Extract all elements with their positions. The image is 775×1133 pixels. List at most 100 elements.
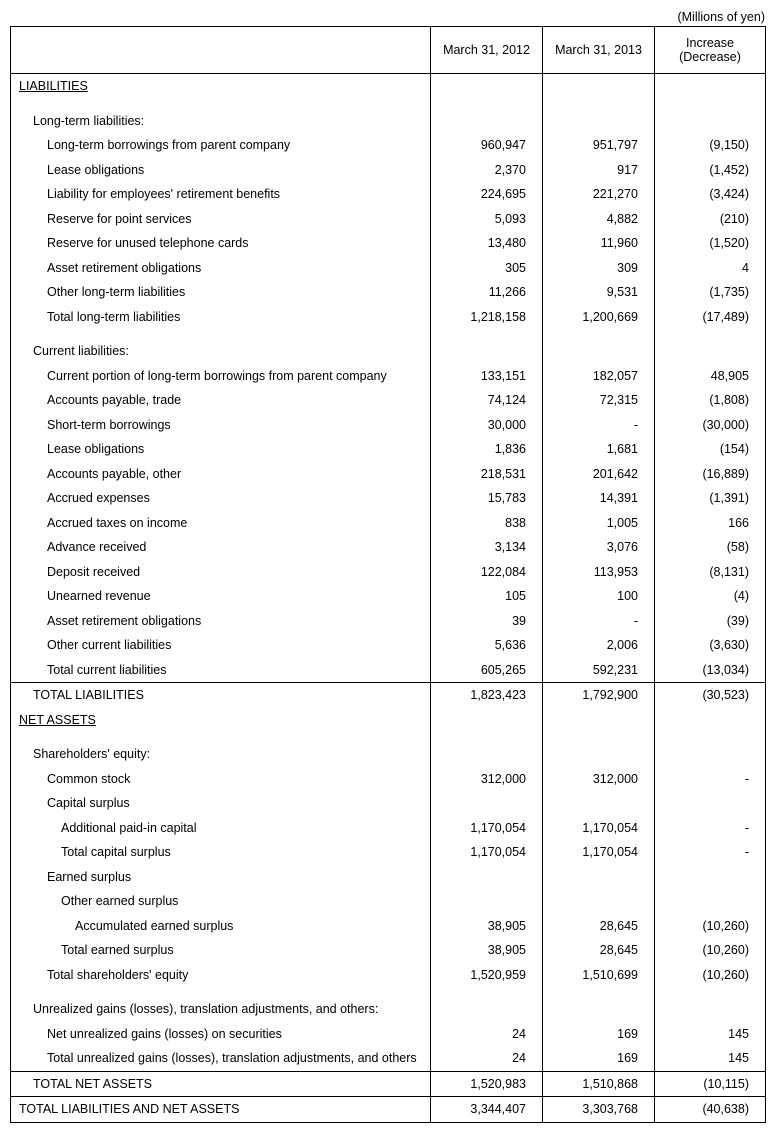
table-row: Current portion of long-term borrowings … — [11, 364, 766, 389]
table-row: Long-term liabilities: — [11, 109, 766, 134]
cell-2012: 1,823,423 — [431, 683, 543, 708]
row-label: Common stock — [11, 767, 431, 792]
table-row: Other earned surplus — [11, 889, 766, 914]
table-row: TOTAL NET ASSETS1,520,9831,510,868(10,11… — [11, 1071, 766, 1097]
cell-2012: 30,000 — [431, 413, 543, 438]
cell-delta — [655, 74, 766, 99]
cell-delta: (8,131) — [655, 560, 766, 585]
row-label: Other earned surplus — [11, 889, 431, 914]
table-row: Other current liabilities5,6362,006(3,63… — [11, 633, 766, 658]
cell-2012: 133,151 — [431, 364, 543, 389]
row-label: Earned surplus — [11, 865, 431, 890]
cell-2012: 15,783 — [431, 486, 543, 511]
cell-2012: 838 — [431, 511, 543, 536]
cell-2013: 9,531 — [543, 280, 655, 305]
table-row: Unrealized gains (losses), translation a… — [11, 997, 766, 1022]
spacer-row — [11, 99, 766, 109]
cell-2012: 312,000 — [431, 767, 543, 792]
cell-2012 — [431, 74, 543, 99]
table-row: Deposit received122,084113,953(8,131) — [11, 560, 766, 585]
cell-2012: 24 — [431, 1046, 543, 1071]
cell-delta: 145 — [655, 1046, 766, 1071]
table-row: Shareholders' equity: — [11, 742, 766, 767]
cell-2013: 113,953 — [543, 560, 655, 585]
cell-delta: (3,424) — [655, 182, 766, 207]
cell-2012: 605,265 — [431, 658, 543, 683]
row-label: Accrued taxes on income — [11, 511, 431, 536]
cell-2012 — [431, 889, 543, 914]
table-row: Unearned revenue105100(4) — [11, 584, 766, 609]
row-label: Total current liabilities — [11, 658, 431, 683]
cell-2012: 11,266 — [431, 280, 543, 305]
cell-2013: 201,642 — [543, 462, 655, 487]
row-label: Total capital surplus — [11, 840, 431, 865]
cell-delta: (10,260) — [655, 963, 766, 988]
table-row: Lease obligations2,370917(1,452) — [11, 158, 766, 183]
cell-delta: (1,391) — [655, 486, 766, 511]
header-decrease: (Decrease) — [679, 50, 741, 64]
cell-2012: 74,124 — [431, 388, 543, 413]
table-row: Short-term borrowings30,000-(30,000) — [11, 413, 766, 438]
row-label: Lease obligations — [11, 158, 431, 183]
cell-2012 — [431, 997, 543, 1022]
cell-2013: 72,315 — [543, 388, 655, 413]
header-col-delta: Increase (Decrease) — [655, 27, 766, 74]
cell-delta: (3,630) — [655, 633, 766, 658]
cell-2013 — [543, 997, 655, 1022]
cell-delta: (1,520) — [655, 231, 766, 256]
cell-2013: 951,797 — [543, 133, 655, 158]
cell-delta: 4 — [655, 256, 766, 281]
row-label: Reserve for point services — [11, 207, 431, 232]
cell-2013: 1,170,054 — [543, 840, 655, 865]
row-label: Other long-term liabilities — [11, 280, 431, 305]
cell-2012 — [431, 339, 543, 364]
cell-2012: 1,836 — [431, 437, 543, 462]
cell-2012: 218,531 — [431, 462, 543, 487]
cell-2013: 169 — [543, 1022, 655, 1047]
table-row: Accounts payable, other218,531201,642(16… — [11, 462, 766, 487]
header-col-2013: March 31, 2013 — [543, 27, 655, 74]
row-label: TOTAL LIABILITIES — [11, 683, 431, 708]
cell-2013 — [543, 74, 655, 99]
cell-2013: 1,200,669 — [543, 305, 655, 330]
cell-2013: 11,960 — [543, 231, 655, 256]
cell-delta: (1,808) — [655, 388, 766, 413]
row-label: Total unrealized gains (losses), transla… — [11, 1046, 431, 1071]
table-row: Total shareholders' equity1,520,9591,510… — [11, 963, 766, 988]
table-row: Accounts payable, trade74,12472,315(1,80… — [11, 388, 766, 413]
cell-delta — [655, 791, 766, 816]
cell-2013: 1,681 — [543, 437, 655, 462]
cell-2013: - — [543, 413, 655, 438]
table-header-row: March 31, 2012 March 31, 2013 Increase (… — [11, 27, 766, 74]
cell-2012 — [431, 791, 543, 816]
cell-delta: 48,905 — [655, 364, 766, 389]
cell-delta: (16,889) — [655, 462, 766, 487]
row-label: TOTAL NET ASSETS — [11, 1071, 431, 1097]
cell-2012: 1,520,959 — [431, 963, 543, 988]
units-label: (Millions of yen) — [10, 10, 765, 24]
cell-2013: 3,303,768 — [543, 1097, 655, 1123]
cell-2012: 38,905 — [431, 938, 543, 963]
table-row: Earned surplus — [11, 865, 766, 890]
cell-2012: 13,480 — [431, 231, 543, 256]
table-row: Total unrealized gains (losses), transla… — [11, 1046, 766, 1071]
cell-2013: 221,270 — [543, 182, 655, 207]
cell-2013: 1,792,900 — [543, 683, 655, 708]
cell-2012: 960,947 — [431, 133, 543, 158]
cell-delta: (9,150) — [655, 133, 766, 158]
cell-2013: 2,006 — [543, 633, 655, 658]
cell-delta: 145 — [655, 1022, 766, 1047]
row-label: Deposit received — [11, 560, 431, 585]
row-label: Total shareholders' equity — [11, 963, 431, 988]
cell-2013 — [543, 791, 655, 816]
row-label: Net unrealized gains (losses) on securit… — [11, 1022, 431, 1047]
cell-delta: - — [655, 816, 766, 841]
table-row: Capital surplus — [11, 791, 766, 816]
cell-2012: 1,170,054 — [431, 840, 543, 865]
cell-2013 — [543, 339, 655, 364]
row-label: Accounts payable, trade — [11, 388, 431, 413]
table-row: Total earned surplus38,90528,645(10,260) — [11, 938, 766, 963]
table-row: Net unrealized gains (losses) on securit… — [11, 1022, 766, 1047]
cell-2012: 224,695 — [431, 182, 543, 207]
row-label: Total long-term liabilities — [11, 305, 431, 330]
